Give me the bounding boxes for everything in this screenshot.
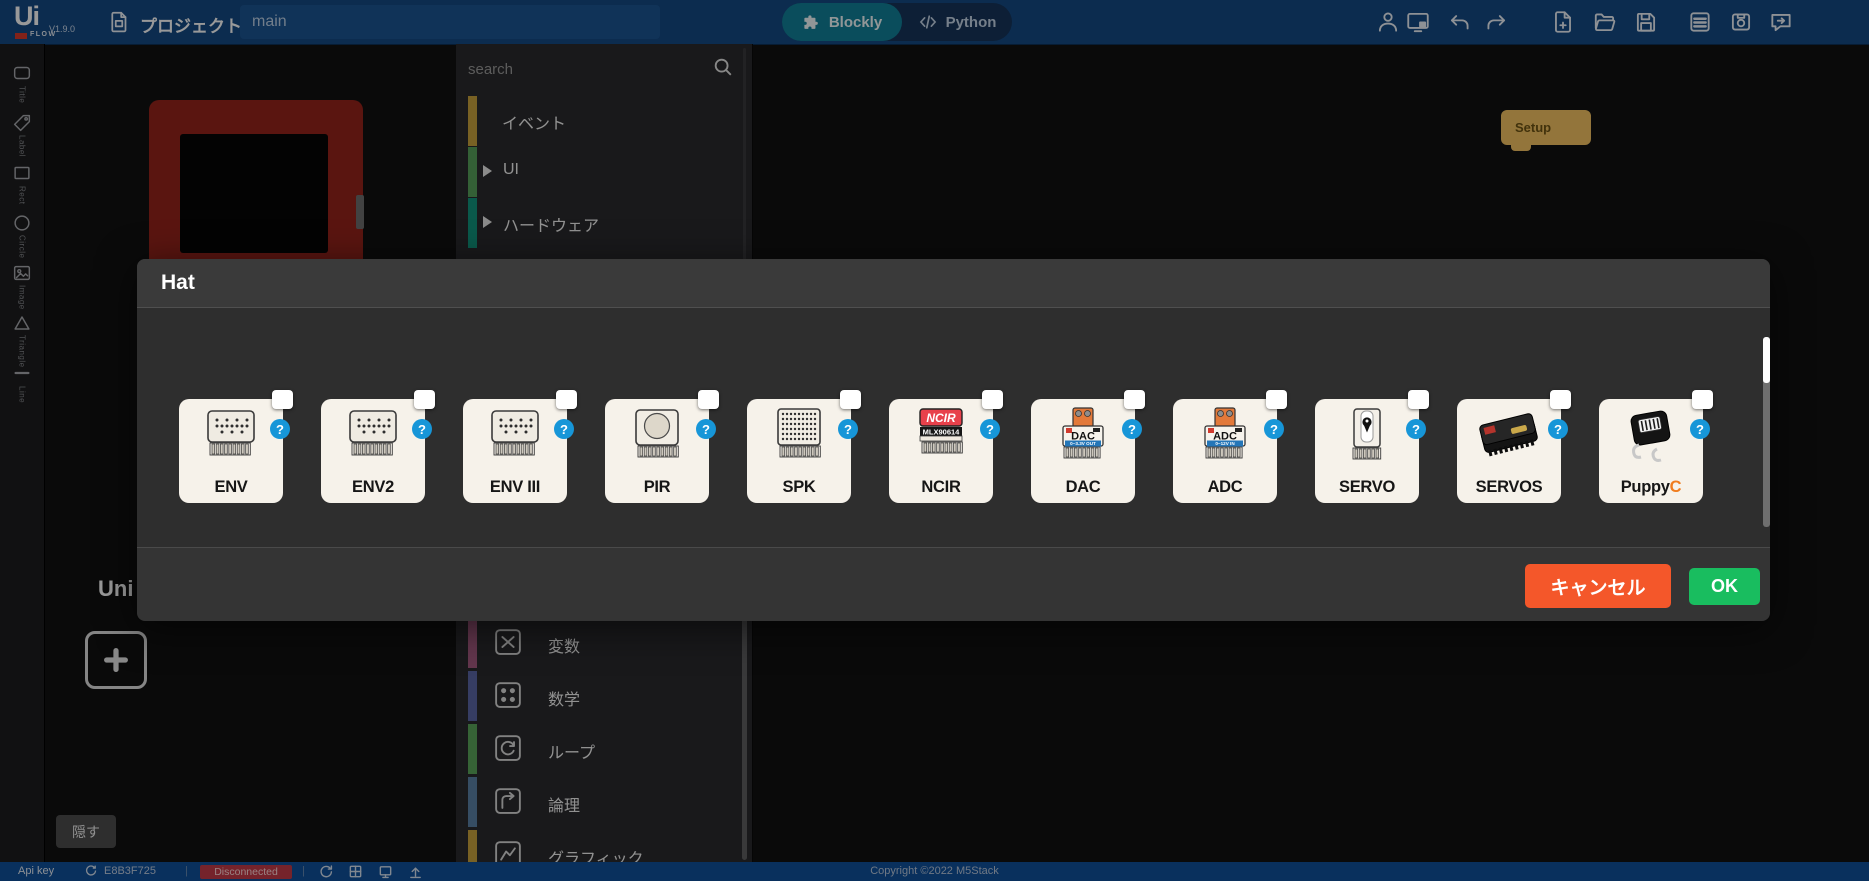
- hat-item-image: [762, 407, 836, 469]
- hat-item-image: NCIR MLX90614: [904, 407, 978, 469]
- hat-item-name: SERVOS: [1476, 478, 1543, 496]
- hat-item-DAC[interactable]: DAC 0~3.3V OUT DAC ?: [1031, 399, 1135, 503]
- hat-item-name: SERVO: [1339, 478, 1395, 496]
- hat-item-grid: ENV ? ENV2 ? ENV III ? PIR ? SPK ? NCIR …: [137, 308, 1770, 546]
- hat-item-PuppyC[interactable]: PuppyC ?: [1599, 399, 1703, 503]
- hat-item-ENV[interactable]: ENV ?: [179, 399, 283, 503]
- uiflow-app: Ui FLOW V1.9.0 プロジェクト Blockly Python Tit…: [0, 0, 1869, 881]
- hat-item-image: ADC 0~12V IN: [1188, 407, 1262, 469]
- help-icon[interactable]: ?: [270, 419, 290, 439]
- hat-item-image: DAC 0~3.3V OUT: [1046, 407, 1120, 469]
- hat-item-name: PIR: [644, 478, 671, 496]
- help-icon[interactable]: ?: [696, 419, 716, 439]
- hat-item-PIR[interactable]: PIR ?: [605, 399, 709, 503]
- hat-item-ADC[interactable]: ADC 0~12V IN ADC ?: [1173, 399, 1277, 503]
- help-icon[interactable]: ?: [1264, 419, 1284, 439]
- hat-item-SPK[interactable]: SPK ?: [747, 399, 851, 503]
- hat-item-name: DAC: [1066, 478, 1101, 496]
- hat-item-checkbox[interactable]: [1266, 390, 1287, 409]
- hat-item-name-accent: C: [1670, 478, 1682, 496]
- hat-item-checkbox[interactable]: [1692, 390, 1713, 409]
- svg-text:MLX90614: MLX90614: [923, 427, 961, 436]
- hat-item-name: ENV2: [352, 478, 394, 496]
- hat-item-name: NCIR: [921, 478, 960, 496]
- help-icon[interactable]: ?: [1122, 419, 1142, 439]
- hat-item-name: ENV: [214, 478, 247, 496]
- help-icon[interactable]: ?: [1548, 419, 1568, 439]
- hat-dialog: Hat ENV ? ENV2 ? ENV III ? PIR ? SPK ? N…: [137, 259, 1770, 620]
- hat-item-ENV2[interactable]: ENV2 ?: [321, 399, 425, 503]
- hat-item-checkbox[interactable]: [272, 390, 293, 409]
- hat-item-checkbox[interactable]: [840, 390, 861, 409]
- hat-item-SERVOS[interactable]: SERVOS ?: [1457, 399, 1561, 503]
- hat-item-image: [194, 407, 268, 469]
- hat-item-image: [336, 407, 410, 469]
- hat-item-name: ADC: [1208, 478, 1243, 496]
- help-icon[interactable]: ?: [1406, 419, 1426, 439]
- help-icon[interactable]: ?: [412, 419, 432, 439]
- help-icon[interactable]: ?: [554, 419, 574, 439]
- hat-item-ENV-III[interactable]: ENV III ?: [463, 399, 567, 503]
- help-icon[interactable]: ?: [1690, 419, 1710, 439]
- hat-item-name: SPK: [782, 478, 815, 496]
- hat-item-name: ENV III: [490, 478, 540, 496]
- svg-text:NCIR: NCIR: [926, 411, 956, 425]
- hat-item-NCIR[interactable]: NCIR MLX90614 NCIR ?: [889, 399, 993, 503]
- dialog-title: Hat: [161, 271, 195, 295]
- hat-item-image: [1614, 407, 1688, 469]
- hat-item-checkbox[interactable]: [982, 390, 1003, 409]
- hat-item-checkbox[interactable]: [1550, 390, 1571, 409]
- help-icon[interactable]: ?: [838, 419, 858, 439]
- hat-item-checkbox[interactable]: [698, 390, 719, 409]
- hat-item-checkbox[interactable]: [1124, 390, 1145, 409]
- dialog-scrollbar-thumb[interactable]: [1763, 337, 1770, 383]
- hat-item-image: [478, 407, 552, 469]
- hat-item-checkbox[interactable]: [556, 390, 577, 409]
- svg-text:0~12V IN: 0~12V IN: [1215, 441, 1235, 446]
- hat-item-SERVO[interactable]: SERVO ?: [1315, 399, 1419, 503]
- hat-item-image: [1330, 407, 1404, 469]
- hat-item-image: [620, 407, 694, 469]
- ok-button[interactable]: OK: [1689, 568, 1760, 605]
- svg-text:0~3.3V OUT: 0~3.3V OUT: [1070, 441, 1096, 446]
- cancel-button[interactable]: キャンセル: [1525, 564, 1671, 608]
- hat-dialog-header: Hat: [137, 259, 1770, 308]
- hat-item-checkbox[interactable]: [1408, 390, 1429, 409]
- hat-dialog-footer: キャンセル OK: [137, 547, 1770, 621]
- hat-item-image: [1472, 407, 1546, 469]
- hat-item-checkbox[interactable]: [414, 390, 435, 409]
- help-icon[interactable]: ?: [980, 419, 1000, 439]
- hat-item-name: Puppy: [1621, 478, 1670, 496]
